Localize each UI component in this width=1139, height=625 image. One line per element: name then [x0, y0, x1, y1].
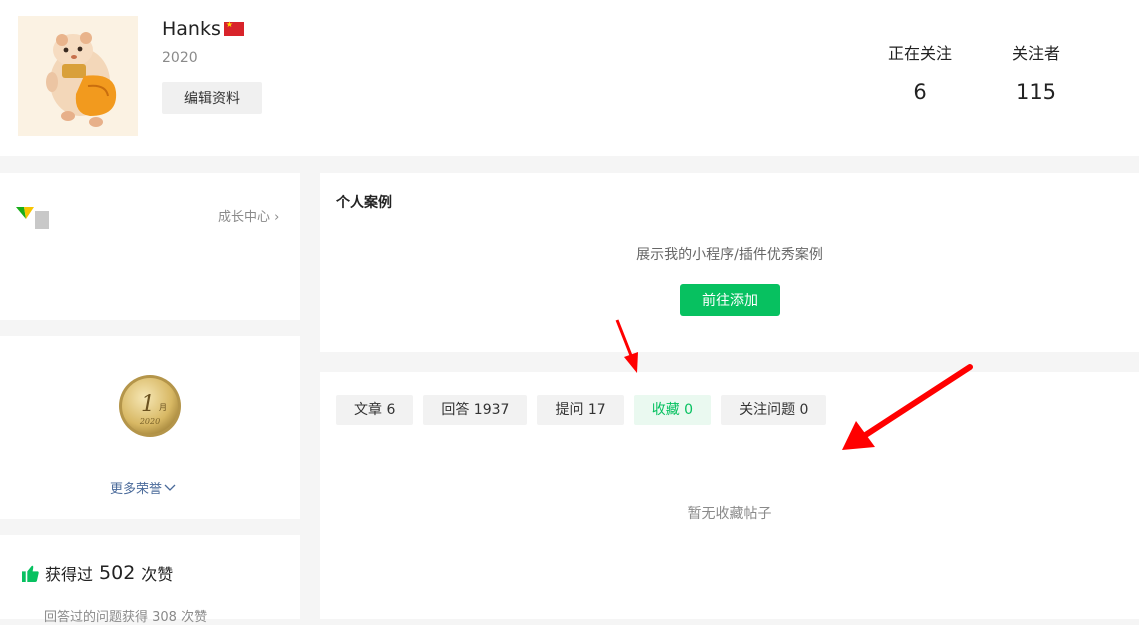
more-honors-link[interactable]: 更多荣誉 — [110, 478, 176, 497]
tab-bar: 文章 6 回答 1937 提问 17 收藏 0 关注问题 0 — [336, 395, 827, 425]
medal-month: 1 — [141, 392, 155, 417]
likes-count: 502 — [99, 562, 136, 584]
chevron-right-icon: › — [274, 210, 280, 225]
avatar[interactable] — [18, 16, 138, 136]
growth-center-link[interactable]: 成长中心 › — [218, 206, 279, 225]
honor-card: 1 月 2020 更多荣誉 — [0, 336, 300, 519]
china-flag-icon — [223, 20, 244, 36]
tab-questions[interactable]: 提问 17 — [537, 395, 624, 425]
level-v-icon — [16, 207, 49, 229]
medal-badge[interactable]: 1 月 2020 — [118, 374, 182, 438]
cases-title: 个人案例 — [336, 195, 392, 211]
username: Hanks — [162, 18, 221, 40]
medal-unit: 月 — [159, 403, 167, 412]
cases-description: 展示我的小程序/插件优秀案例 — [636, 247, 823, 263]
likes-prefix: 获得过 — [45, 565, 94, 584]
likes-suffix: 次赞 — [141, 565, 174, 584]
personal-cases-card: 个人案例 展示我的小程序/插件优秀案例 前往添加 — [320, 173, 1139, 352]
stat-following[interactable]: 正在关注 6 — [875, 40, 965, 104]
following-label: 正在关注 — [887, 44, 952, 63]
tab-answers[interactable]: 回答 1937 — [423, 395, 528, 425]
more-honors-label: 更多荣誉 — [110, 482, 163, 497]
followers-count: 115 — [1015, 80, 1057, 104]
following-count: 6 — [913, 80, 927, 104]
stat-followers[interactable]: 关注者 115 — [991, 40, 1081, 104]
medal-year: 2020 — [139, 417, 160, 426]
tab-favorites[interactable]: 收藏 0 — [633, 395, 712, 425]
tab-articles[interactable]: 文章 6 — [336, 395, 414, 425]
thumbs-up-icon — [22, 565, 39, 582]
followers-label: 关注者 — [1011, 44, 1060, 63]
growth-card — [0, 173, 300, 320]
username-row: Hanks — [162, 18, 244, 40]
add-case-button[interactable]: 前往添加 — [680, 284, 780, 316]
profile-header: Hanks 2020 编辑资料 正在关注 6 关注者 115 — [0, 0, 1139, 156]
hamster-avatar-image — [18, 16, 138, 136]
likes-row: 获得过 502 次赞 — [22, 561, 173, 585]
likes-card: 获得过 502 次赞 回答过的问题获得 308 次赞 — [0, 535, 300, 625]
likes-sub-text: 回答过的问题获得 308 次赞 — [44, 610, 208, 625]
empty-state-text: 暂无收藏帖子 — [687, 506, 772, 522]
user-year: 2020 — [162, 50, 198, 66]
edit-profile-button[interactable]: 编辑资料 — [162, 82, 262, 114]
content-card: 文章 6 回答 1937 提问 17 收藏 0 关注问题 0 暂无收藏帖子 — [320, 372, 1139, 619]
growth-center-label: 成长中心 — [218, 210, 271, 225]
chevron-down-icon — [164, 484, 176, 491]
tab-followed-questions[interactable]: 关注问题 0 — [721, 395, 827, 425]
